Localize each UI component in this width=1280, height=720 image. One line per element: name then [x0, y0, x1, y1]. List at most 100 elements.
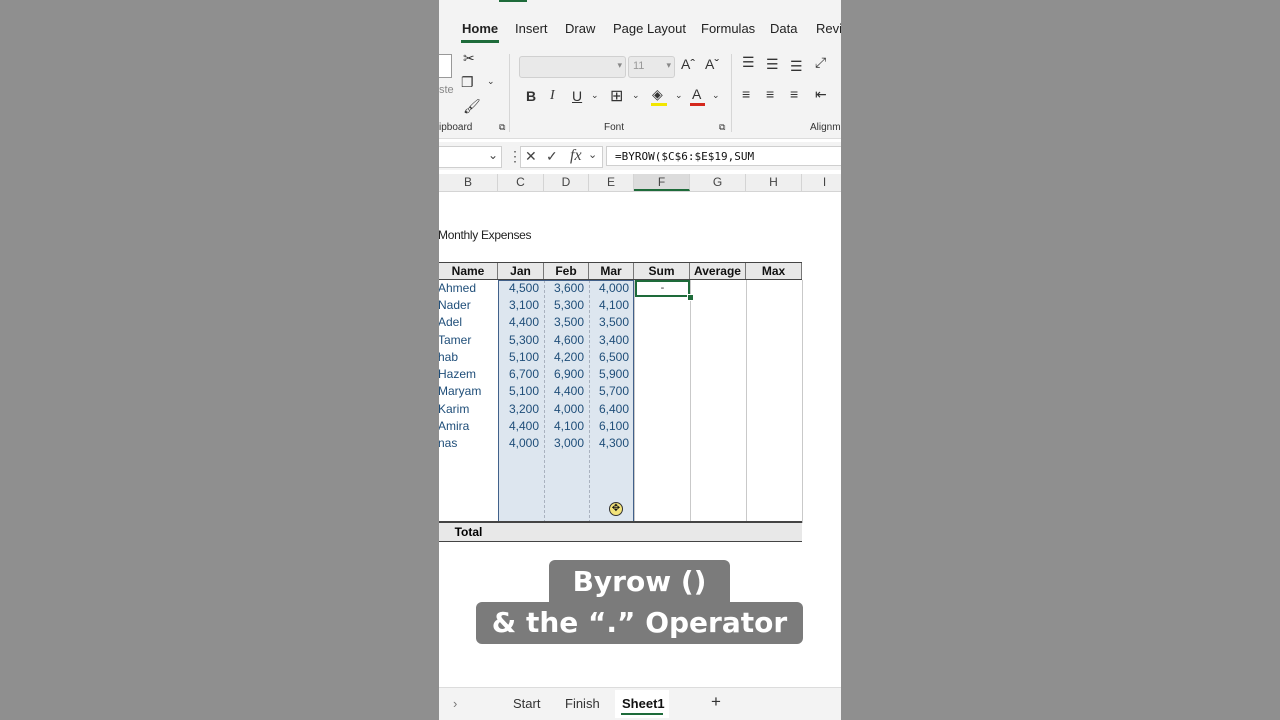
name-cell[interactable]: nas: [439, 435, 457, 452]
name-cell[interactable]: Adel: [439, 314, 462, 331]
jan-cell[interactable]: 3,100: [498, 297, 539, 314]
column-header-c[interactable]: C: [498, 174, 544, 191]
tab-review[interactable]: Revi: [816, 21, 841, 36]
name-cell[interactable]: Maryam: [439, 383, 481, 400]
underline-icon[interactable]: U: [572, 88, 582, 104]
clipboard-launcher-icon[interactable]: ⧉: [499, 122, 505, 133]
name-cell[interactable]: Tamer: [439, 332, 471, 349]
column-header-g[interactable]: G: [690, 174, 746, 191]
mar-cell[interactable]: 6,500: [589, 349, 629, 366]
orientation-icon[interactable]: ⤢: [815, 54, 826, 71]
mar-cell[interactable]: 6,400: [589, 401, 629, 418]
name-box[interactable]: ⌄: [439, 146, 502, 168]
jan-cell[interactable]: 3,200: [498, 401, 539, 418]
feb-cell[interactable]: 5,300: [544, 297, 584, 314]
jan-cell[interactable]: 5,300: [498, 332, 539, 349]
tab-draw[interactable]: Draw: [565, 21, 595, 36]
name-cell[interactable]: Hazem: [439, 366, 476, 383]
mar-cell[interactable]: 4,300: [589, 435, 629, 452]
align-center-icon[interactable]: ≡: [766, 86, 774, 102]
font-size-combo[interactable]: 11 ▾: [628, 56, 675, 78]
tab-page-layout[interactable]: Page Layout: [613, 21, 686, 36]
name-cell[interactable]: Ahmed: [439, 280, 476, 297]
chevron-down-icon[interactable]: ⌄: [588, 148, 597, 161]
font-color-icon[interactable]: A: [692, 86, 701, 102]
column-header-d[interactable]: D: [544, 174, 589, 191]
tab-formulas[interactable]: Formulas: [701, 21, 755, 36]
font-name-combo[interactable]: ▾: [519, 56, 626, 78]
tab-insert[interactable]: Insert: [515, 21, 548, 36]
feb-cell[interactable]: 4,400: [544, 383, 584, 400]
fill-dropdown-icon[interactable]: ⌄: [675, 90, 683, 101]
jan-cell[interactable]: 5,100: [498, 383, 539, 400]
paste-icon[interactable]: [439, 54, 452, 78]
formula-input[interactable]: =BYROW($C$6:$E$19,SUM: [606, 146, 841, 166]
format-painter-icon[interactable]: 🖌: [463, 98, 481, 115]
mar-cell[interactable]: 3,500: [589, 314, 629, 331]
bottom-align-icon[interactable]: ☰: [790, 58, 803, 75]
feb-cell[interactable]: 6,900: [544, 366, 584, 383]
mar-cell[interactable]: 6,100: [589, 418, 629, 435]
italic-icon[interactable]: I: [550, 88, 555, 104]
name-cell[interactable]: hab: [439, 349, 458, 366]
header-max: Max: [746, 263, 802, 279]
sheet-tab-sheet1[interactable]: Sheet1: [622, 696, 665, 711]
align-left-icon[interactable]: ≡: [742, 86, 750, 102]
column-header-h[interactable]: H: [746, 174, 802, 191]
jan-cell[interactable]: 4,400: [498, 418, 539, 435]
jan-cell[interactable]: 4,000: [498, 435, 539, 452]
tab-data[interactable]: Data: [770, 21, 797, 36]
column-header-e[interactable]: E: [589, 174, 634, 191]
fill-handle[interactable]: [687, 294, 694, 301]
align-right-icon[interactable]: ≡: [790, 86, 798, 102]
feb-cell[interactable]: 4,600: [544, 332, 584, 349]
chevron-down-icon[interactable]: ⌄: [488, 148, 498, 162]
font-color-dropdown-icon[interactable]: ⌄: [712, 90, 720, 101]
jan-cell[interactable]: 4,400: [498, 314, 539, 331]
cancel-icon[interactable]: ✕: [525, 148, 537, 165]
mar-cell[interactable]: 5,700: [589, 383, 629, 400]
sheet-tab-finish[interactable]: Finish: [565, 696, 600, 711]
enter-icon[interactable]: ✓: [546, 148, 558, 165]
feb-cell[interactable]: 3,600: [544, 280, 584, 297]
copy-icon[interactable]: ❐: [461, 74, 474, 91]
middle-align-icon[interactable]: ☰: [766, 56, 779, 73]
add-sheet-button[interactable]: +: [711, 692, 721, 712]
name-cell[interactable]: Karim: [439, 401, 469, 418]
jan-cell[interactable]: 5,100: [498, 349, 539, 366]
borders-icon[interactable]: ⊞: [610, 86, 623, 106]
column-header-f[interactable]: F: [634, 174, 690, 191]
table-row: nas 4,000 3,000 4,300: [439, 435, 802, 452]
bold-icon[interactable]: B: [526, 88, 536, 104]
cut-icon[interactable]: ✂: [463, 50, 475, 67]
fill-color-icon[interactable]: ◈: [652, 86, 663, 103]
increase-font-icon[interactable]: Aˆ: [681, 56, 695, 72]
feb-cell[interactable]: 4,200: [544, 349, 584, 366]
decrease-indent-icon[interactable]: ⇤: [815, 86, 827, 103]
column-header-i[interactable]: I: [802, 174, 841, 191]
top-align-icon[interactable]: ☰: [742, 54, 755, 71]
copy-dropdown-icon[interactable]: ⌄: [487, 76, 495, 87]
sheet-nav-icon[interactable]: ›: [453, 696, 457, 711]
insert-function-icon[interactable]: fx: [570, 147, 582, 165]
borders-dropdown-icon[interactable]: ⌄: [632, 90, 640, 101]
mar-cell[interactable]: 3,400: [589, 332, 629, 349]
column-header-b[interactable]: B: [439, 174, 498, 191]
feb-cell[interactable]: 4,000: [544, 401, 584, 418]
mar-cell[interactable]: 5,900: [589, 366, 629, 383]
feb-cell[interactable]: 3,500: [544, 314, 584, 331]
mar-cell[interactable]: 4,100: [589, 297, 629, 314]
underline-dropdown-icon[interactable]: ⌄: [591, 90, 599, 101]
name-cell[interactable]: Nader: [439, 297, 471, 314]
font-launcher-icon[interactable]: ⧉: [719, 122, 725, 133]
jan-cell[interactable]: 4,500: [498, 280, 539, 297]
tab-home[interactable]: Home: [462, 21, 498, 36]
active-cell[interactable]: -: [635, 280, 690, 297]
mar-cell[interactable]: 4,000: [589, 280, 629, 297]
sheet-tab-start[interactable]: Start: [513, 696, 540, 711]
name-cell[interactable]: Amira: [439, 418, 469, 435]
feb-cell[interactable]: 3,000: [544, 435, 584, 452]
decrease-font-icon[interactable]: Aˇ: [705, 56, 719, 72]
jan-cell[interactable]: 6,700: [498, 366, 539, 383]
feb-cell[interactable]: 4,100: [544, 418, 584, 435]
